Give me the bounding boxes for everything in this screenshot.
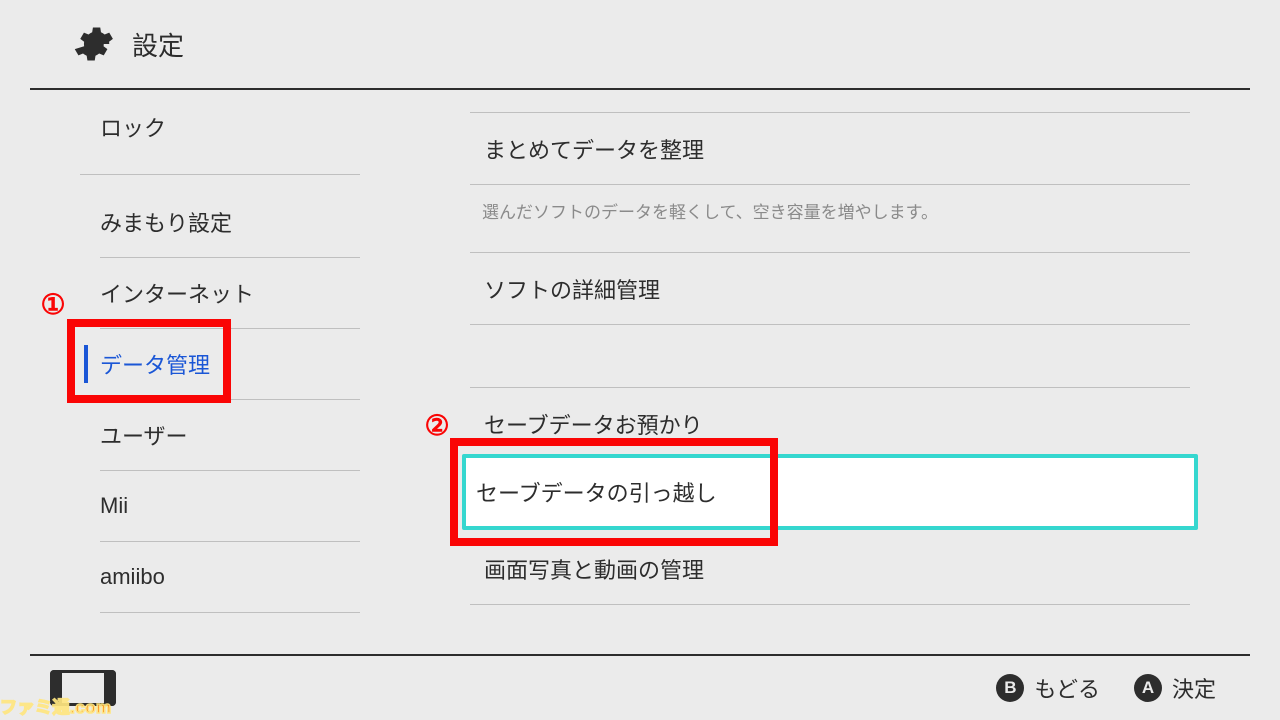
footer-bar: B もどる A 決定 <box>30 654 1250 720</box>
sidebar-item-lock[interactable]: ロック <box>30 92 410 162</box>
annotation-marker-1: ① <box>36 287 70 321</box>
sidebar-item-user[interactable]: ユーザー <box>30 400 410 470</box>
detail-panel: まとめてデータを整理 選んだソフトのデータを軽くして、空き容量を増やします。 ソ… <box>420 92 1250 654</box>
sidebar-item-mii[interactable]: Mii <box>30 471 410 541</box>
hint-a-label: 決定 <box>1172 672 1216 704</box>
sidebar-item-parental[interactable]: みまもり設定 <box>30 187 410 257</box>
row-cloud[interactable]: セーブデータお預かり <box>470 389 1190 459</box>
row-album[interactable]: 画面写真と動画の管理 <box>470 534 1190 604</box>
row-transfer[interactable]: セーブデータの引っ越し <box>462 454 1198 530</box>
hint-b: B もどる <box>996 672 1100 704</box>
organize-helper-text: 選んだソフトのデータを軽くして、空き容量を増やします。 <box>482 198 1190 223</box>
annotation-marker-2: ② <box>420 408 454 442</box>
b-button-icon: B <box>996 674 1024 702</box>
sidebar-item-amiibo[interactable]: amiibo <box>30 542 410 612</box>
settings-sidebar: ロック みまもり設定 インターネット データ管理 ユーザー Mii amiibo <box>30 92 410 654</box>
gear-icon <box>70 22 114 66</box>
page-title: 設定 <box>132 26 184 63</box>
row-organize[interactable]: まとめてデータを整理 <box>470 114 1190 184</box>
sidebar-item-data[interactable]: データ管理 <box>30 329 410 399</box>
hint-a: A 決定 <box>1134 672 1216 704</box>
a-button-icon: A <box>1134 674 1162 702</box>
row-detail[interactable]: ソフトの詳細管理 <box>470 254 1190 324</box>
hint-b-label: もどる <box>1034 672 1100 704</box>
controller-icon <box>50 670 116 706</box>
sidebar-item-internet[interactable]: インターネット <box>30 258 410 328</box>
